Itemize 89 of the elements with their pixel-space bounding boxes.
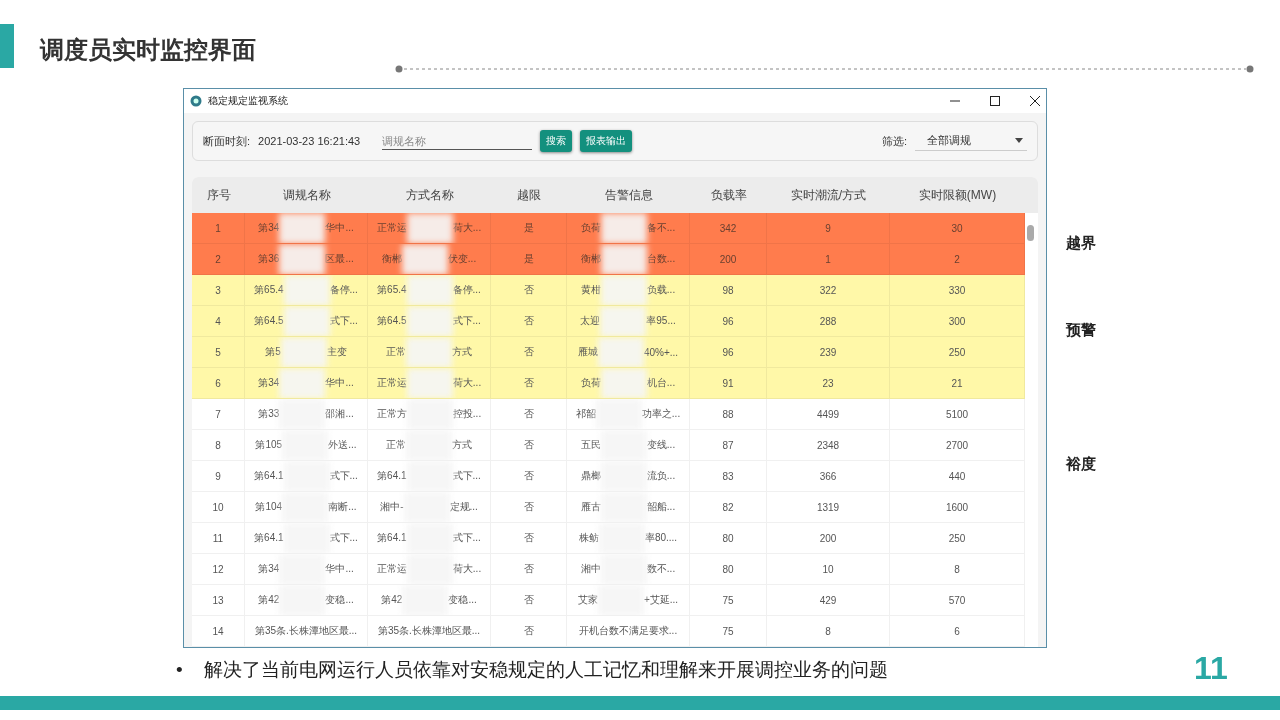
column-header: 序号 — [205, 186, 232, 204]
search-field[interactable]: 调规名称 — [382, 132, 533, 150]
blurred-table-cell: 第34 华中... — [245, 368, 368, 399]
legend-label: 越界 — [1066, 234, 1096, 253]
filter-label: 筛选: — [881, 133, 907, 149]
blurred-table-cell: 雁城 40%+... — [567, 337, 690, 368]
table-cell: 14 — [192, 616, 245, 647]
table-cell: 8 — [767, 616, 890, 647]
blurred-table-cell: 五民 变线... — [567, 430, 690, 461]
column-header: 负载率 — [709, 186, 748, 204]
blurred-table-cell: 第36 区最... — [245, 244, 368, 275]
table-row[interactable]: 11 第64.1 式下... 第64.1 式下... 否 株鲂 率80.... 80 200 250 — [192, 523, 1025, 554]
column-header: 方式名称 — [404, 186, 455, 204]
legend-label: 裕度 — [1066, 455, 1096, 474]
blurred-table-cell: 湘中 数不... — [567, 554, 690, 585]
blurred-table-cell: 正常 方式 — [368, 337, 491, 368]
blurred-table-cell: 负荷 备不... — [567, 213, 690, 244]
blurred-table-cell: 负荷 机台... — [567, 368, 690, 399]
caret-icon — [1015, 138, 1023, 143]
table-row[interactable]: 14 第35条.长株潭地区最... 第35条.长株潭地区最... 否 开机台数不满足要求... 75 8 6 — [192, 616, 1025, 647]
blurred-table-cell: 株鲂 率80.... — [567, 523, 690, 554]
blurred-table-cell: 湘中- 定规... — [368, 492, 491, 523]
table-row[interactable]: 4 第64.5 式下... 第64.5 式下... 否 太迎 率95... 96 288 300 — [192, 306, 1025, 337]
table-cell: 第35条.长株潭地区最... — [368, 616, 491, 647]
table-row[interactable]: 2 第36 区最... 衡郴 伏变... 是 衡郴 台数... 200 1 2 — [192, 244, 1025, 275]
blurred-table-cell: 第64.1 式下... — [245, 461, 368, 492]
column-header: 实时限额(MW) — [917, 186, 998, 204]
time-label: 断面时刻: — [203, 133, 251, 149]
blurred-table-cell: 第42 变稳... — [368, 585, 491, 616]
blurred-table-cell: 正常 方式 — [368, 430, 491, 461]
blurred-table-cell: 衡郴 伏变... — [368, 244, 491, 275]
table-cell: 否 — [491, 616, 567, 647]
blurred-table-cell: 正常方 控投... — [368, 399, 491, 430]
table-row[interactable]: 7 第33 邵湘... 正常方 控投... 否 祁韶 功率之... 88 4499 5100 — [192, 399, 1025, 430]
table-row[interactable]: 9 第64.1 式下... 第64.1 式下... 否 鼎榔 流负... 83 366 440 — [192, 461, 1025, 492]
table-cell: 75 — [690, 616, 767, 647]
blurred-table-cell: 第33 邵湘... — [245, 399, 368, 430]
blurred-table-cell: 第64.1 式下... — [368, 523, 491, 554]
search-button[interactable]: 搜索 — [540, 130, 573, 152]
blurred-table-cell: 第105 外送... — [245, 430, 368, 461]
blurred-table-cell: 第64.1 式下... — [368, 461, 491, 492]
maximize-icon[interactable] — [990, 96, 1000, 106]
app-logo-icon — [190, 95, 202, 107]
blurred-table-cell: 第64.1 式下... — [245, 523, 368, 554]
column-header: 越限 — [516, 186, 542, 204]
table-row[interactable]: 3 第65.4 备停... 第65.4 备停... 否 黄柑 负载... 98 322 330 — [192, 275, 1025, 306]
blurred-table-cell: 艾家 +艾延... — [567, 585, 690, 616]
table-cell: 开机台数不满足要求... — [567, 616, 690, 647]
blurred-table-cell: 第64.5 式下... — [368, 306, 491, 337]
accent-bar — [0, 24, 14, 68]
table-row[interactable]: 8 第105 外送... 正常 方式 否 五民 变线... 87 2348 2700 — [192, 430, 1025, 461]
column-header: 告警信息 — [603, 186, 654, 204]
table-cell: 第35条.长株潭地区最... — [245, 616, 368, 647]
close-icon[interactable] — [1030, 96, 1040, 106]
blurred-table-cell: 第34 华中... — [245, 213, 368, 244]
column-header: 实时潮流/方式 — [789, 186, 868, 204]
blurred-table-cell: 第5 主变 — [245, 337, 368, 368]
scrollbar-thumb[interactable] — [1027, 225, 1034, 241]
bullet-text: • 解决了当前电网运行人员依靠对安稳规定的人工记忆和理解来开展调控业务的问题 — [176, 658, 888, 682]
table-row[interactable]: 6 第34 华中... 正常运 荷大... 否 负荷 机台... 91 23 21 — [192, 368, 1025, 399]
table-cell: 6 — [890, 616, 1025, 647]
legend-label: 预警 — [1066, 321, 1096, 340]
blurred-table-cell: 太迎 率95... — [567, 306, 690, 337]
slide-title: 调度员实时监控界面 — [40, 35, 256, 65]
table-row[interactable]: 1 第34 华中... 正常运 荷大... 是 负荷 备不... 342 9 30 — [192, 213, 1025, 244]
blurred-table-cell: 第65.4 备停... — [368, 275, 491, 306]
table-row[interactable]: 13 第42 变稳... 第42 变稳... 否 艾家 +艾延... 75 429 570 — [192, 585, 1025, 616]
table-row[interactable]: 5 第5 主变 正常 方式 否 雁城 40%+... 96 239 250 — [192, 337, 1025, 368]
blurred-table-cell: 正常运 荷大... — [368, 368, 491, 399]
blurred-table-cell: 第104 南断... — [245, 492, 368, 523]
blurred-table-cell: 鼎榔 流负... — [567, 461, 690, 492]
table-row[interactable]: 10 第104 南断... 湘中- 定规... 否 雁古 韶船... 82 1319 1600 — [192, 492, 1025, 523]
window-title: 稳定规定监视系统 — [208, 94, 289, 108]
table-row[interactable]: 12 第34 华中... 正常运 荷大... 否 湘中 数不... 80 10 8 — [192, 554, 1025, 585]
blurred-table-cell: 第65.4 备停... — [245, 275, 368, 306]
blurred-table-cell: 第34 华中... — [245, 554, 368, 585]
blurred-table-cell: 正常运 荷大... — [368, 213, 491, 244]
filter-dropdown[interactable]: 全部调规 — [915, 131, 1027, 151]
blurred-table-cell: 祁韶 功率之... — [567, 399, 690, 430]
blurred-table-cell: 第64.5 式下... — [245, 306, 368, 337]
column-header: 调规名称 — [281, 186, 332, 204]
blurred-table-cell: 衡郴 台数... — [567, 244, 690, 275]
time-value: 2021-03-23 16:21:43 — [258, 135, 361, 147]
blurred-table-cell: 黄柑 负载... — [567, 275, 690, 306]
blurred-table-cell: 雁古 韶船... — [567, 492, 690, 523]
blurred-table-cell: 第42 变稳... — [245, 585, 368, 616]
blurred-table-cell: 正常运 荷大... — [368, 554, 491, 585]
page-number: 11 — [1194, 650, 1228, 687]
export-button[interactable]: 报表输出 — [580, 130, 633, 152]
